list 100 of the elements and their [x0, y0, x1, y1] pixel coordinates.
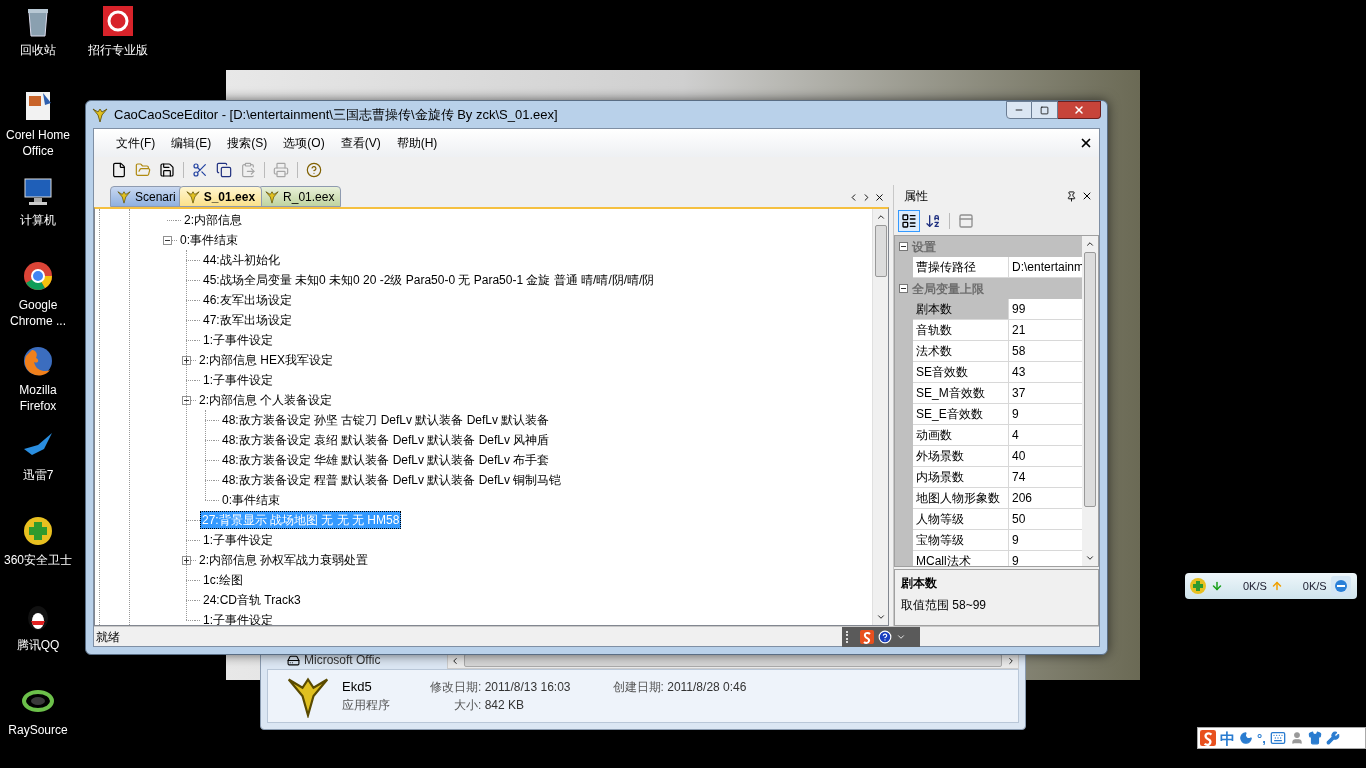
property-name[interactable]: 内场景数 — [913, 467, 1009, 488]
tree-item[interactable]: 45:战场全局变量 未知0 未知0 20 -2级 Para50-0 无 Para50-1 金旋 普通 晴/晴/阴/晴/阴 — [200, 271, 658, 289]
tree-item[interactable]: 1c:绘图 — [200, 571, 246, 589]
desktop-icon-label[interactable]: 回收站 — [0, 42, 76, 58]
scrollbar-thumb[interactable] — [1084, 252, 1096, 507]
collapse-toggle[interactable] — [182, 395, 191, 405]
tree-item[interactable]: 46:友军出场设定 — [200, 291, 295, 309]
moon-icon[interactable] — [1239, 731, 1253, 745]
logo-icon[interactable] — [1200, 730, 1216, 746]
expand-toggle[interactable] — [182, 355, 191, 365]
property-value[interactable]: 58 — [1009, 341, 1082, 362]
property-name[interactable]: SE_M音效数 — [913, 383, 1009, 404]
categorized-button[interactable] — [898, 210, 920, 232]
tree-item[interactable]: 1:子事件设定 — [200, 331, 276, 349]
desktop-icon-label[interactable]: Corel Home Office — [0, 127, 76, 159]
collapse-toggle[interactable] — [163, 235, 172, 245]
property-name[interactable]: 宝物等级 — [913, 530, 1009, 551]
expand-toggle[interactable] — [182, 555, 191, 565]
property-value[interactable]: 50 — [1009, 509, 1082, 530]
property-name[interactable]: 外场景数 — [913, 446, 1009, 467]
scrollbar-thumb[interactable] — [874, 225, 887, 277]
property-name[interactable]: SE_E音效数 — [913, 404, 1009, 425]
menu-item[interactable]: 编辑(E) — [163, 134, 220, 152]
property-value[interactable]: 37 — [1009, 383, 1082, 404]
shirt-icon[interactable] — [1307, 731, 1322, 745]
menu-item[interactable]: 文件(F) — [108, 134, 164, 152]
keyboard-icon[interactable] — [1269, 730, 1286, 746]
menu-item[interactable]: 搜索(S) — [219, 134, 276, 152]
property-value[interactable]: 206 — [1009, 488, 1082, 509]
tree-item[interactable]: 48:敌方装备设定 程普 默认装备 DefLv 默认装备 DefLv 铜制马铠 — [219, 471, 565, 489]
tree-item[interactable]: 24:CD音轨 Track3 — [200, 591, 304, 609]
property-name[interactable]: 法术数 — [913, 341, 1009, 362]
property-name[interactable]: 剧本数 — [913, 299, 1009, 320]
scroll-up-icon[interactable] — [1085, 239, 1095, 249]
desktop-icon-label[interactable]: 迅雷7 — [0, 467, 76, 483]
property-name[interactable]: 动画数 — [913, 425, 1009, 446]
maximize-button[interactable] — [1032, 101, 1058, 119]
logo-icon[interactable] — [860, 629, 874, 644]
user-icon[interactable] — [1289, 731, 1304, 745]
tree-item[interactable]: 2:内部信息 HEX我军设定 — [196, 351, 336, 369]
desktop-icon-label[interactable]: 360安全卫士 — [0, 552, 76, 568]
menu-item[interactable]: 查看(V) — [332, 134, 389, 152]
wrench-icon[interactable] — [1325, 731, 1340, 745]
document-tab[interactable]: S_01.eex — [178, 186, 263, 207]
scroll-down-icon[interactable] — [1085, 553, 1095, 563]
property-value[interactable]: 99 — [1009, 299, 1082, 320]
property-value[interactable]: 43 — [1009, 362, 1082, 383]
property-value[interactable]: 21 — [1009, 320, 1082, 341]
desktop-icon-label[interactable]: 计算机 — [0, 212, 76, 228]
drive-label[interactable]: Microsoft Offic — [304, 651, 381, 669]
tree-item[interactable]: 2:内部信息 — [181, 211, 245, 229]
tree-item[interactable]: 2:内部信息 个人装备设定 — [196, 391, 336, 409]
property-name[interactable]: 音轨数 — [913, 320, 1009, 341]
property-name[interactable]: 人物等级 — [913, 509, 1009, 530]
tree-item[interactable]: 0:事件结束 — [177, 231, 241, 249]
close-icon[interactable] — [1081, 190, 1093, 202]
property-value[interactable]: 9 — [1009, 551, 1082, 566]
menu-item[interactable]: 选项(O) — [275, 134, 333, 152]
property-name[interactable]: 曹操传路径 — [913, 257, 1009, 278]
tree-item[interactable]: 2:内部信息 孙权军战力衰弱处置 — [196, 551, 372, 569]
property-value[interactable]: 4 — [1009, 425, 1082, 446]
close-document-icon[interactable] — [1079, 136, 1093, 150]
vertical-scrollbar[interactable] — [872, 209, 888, 625]
category-toggle[interactable] — [899, 284, 908, 293]
desktop-icon-label[interactable]: 腾讯QQ — [0, 637, 76, 653]
property-value[interactable]: 74 — [1009, 467, 1082, 488]
scroll-left-icon[interactable] — [450, 655, 460, 666]
property-name[interactable]: 地图人物形象数 — [913, 488, 1009, 509]
minimize-button[interactable] — [1006, 101, 1032, 119]
input-mode-toggle[interactable]: 中 — [1220, 730, 1235, 746]
close-icon[interactable] — [874, 192, 885, 203]
property-value[interactable]: 40 — [1009, 446, 1082, 467]
property-value[interactable]: 9 — [1009, 530, 1082, 551]
category-toggle[interactable] — [899, 242, 908, 251]
tree-item[interactable]: 48:敌方装备设定 袁绍 默认装备 DefLv 默认装备 DefLv 风神盾 — [219, 431, 553, 449]
close-button[interactable] — [1058, 101, 1101, 119]
tree-item[interactable]: 48:敌方装备设定 孙坚 古锭刀 DefLv 默认装备 DefLv 默认装备 — [219, 411, 553, 429]
pin-icon[interactable] — [1066, 190, 1077, 202]
tree-item[interactable]: 0:事件结束 — [219, 491, 283, 509]
property-value[interactable]: 9 — [1009, 404, 1082, 425]
vertical-scrollbar[interactable] — [1082, 236, 1098, 566]
help-icon[interactable] — [878, 629, 892, 644]
property-name[interactable]: SE音效数 — [913, 362, 1009, 383]
scroll-right-icon[interactable] — [1006, 655, 1016, 666]
scroll-down-icon[interactable] — [875, 612, 886, 622]
desktop-icon-label[interactable]: Mozilla Firefox — [0, 382, 76, 414]
desktop-icon-label[interactable]: Google Chrome ... — [0, 297, 76, 329]
tree-item[interactable]: 44:战斗初始化 — [200, 251, 283, 269]
desktop-icon-label[interactable]: RaySource — [0, 722, 76, 738]
tree-item[interactable]: 48:敌方装备设定 华雄 默认装备 DefLv 默认装备 DefLv 布手套 — [219, 451, 553, 469]
desktop-icon-label[interactable]: 招行专业版 — [88, 42, 148, 58]
scroll-up-icon[interactable] — [875, 212, 886, 222]
tree-item[interactable]: 1:子事件设定 — [200, 611, 276, 625]
tree-item[interactable]: 47:敌军出场设定 — [200, 311, 295, 329]
tree-item[interactable]: 1:子事件设定 — [200, 371, 276, 389]
punctuation-toggle[interactable]: °, — [1257, 731, 1266, 745]
menu-item[interactable]: 帮助(H) — [388, 134, 446, 152]
property-name[interactable]: MCall法术 — [913, 551, 1009, 566]
tree-item[interactable]: 1:子事件设定 — [200, 531, 276, 549]
plus-icon[interactable] — [1189, 577, 1207, 595]
